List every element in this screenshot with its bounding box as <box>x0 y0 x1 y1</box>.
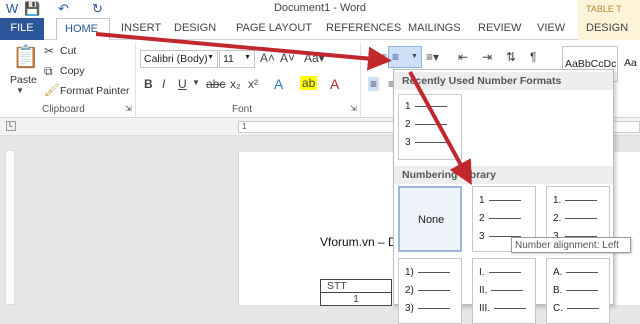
list-item: 2) <box>405 285 450 296</box>
highlight-icon[interactable]: ab <box>300 76 318 90</box>
change-case-icon[interactable]: Aa▾ <box>304 51 325 65</box>
list-item: A. <box>553 267 599 278</box>
window-title: Document1 - Word <box>273 2 367 14</box>
tab-references[interactable]: REFERENCES <box>326 22 401 34</box>
font-color-icon[interactable]: A <box>330 76 339 92</box>
document-text[interactable]: Vforum.vn – D <box>320 235 397 249</box>
numbering-button[interactable]: ≡ ▼ <box>388 46 422 68</box>
list-item: 2. <box>553 213 598 224</box>
align-left-icon[interactable]: ≡ <box>368 77 380 91</box>
none-label: None <box>418 214 445 226</box>
list-item: I. <box>479 267 521 278</box>
font-size-combo[interactable]: 11 ▼ <box>219 50 255 68</box>
group-divider <box>135 42 136 116</box>
list-item: 2 <box>479 213 521 224</box>
chevron-down-icon[interactable]: ▼ <box>192 78 200 87</box>
numbering-dropdown: Recently Used Number Formats 1 2 3 Numbe… <box>393 69 614 324</box>
vertical-ruler[interactable] <box>5 150 15 305</box>
copy-icon: ⧉ <box>44 64 53 78</box>
underline-icon[interactable]: U <box>178 77 187 91</box>
show-formatting-icon[interactable]: ¶ <box>530 50 536 64</box>
table-cell[interactable]: STT <box>320 279 392 293</box>
tab-table-design[interactable]: DESIGN <box>578 18 640 40</box>
tab-table-design-label: DESIGN <box>586 22 629 34</box>
font-name-combo[interactable]: Calibri (Body) ▼ <box>140 50 218 68</box>
document-table[interactable]: STT 1 <box>320 279 392 306</box>
cut-icon: ✂ <box>44 44 55 58</box>
decrease-indent-icon[interactable]: ⇤ <box>458 50 468 64</box>
table-row: 1 <box>320 292 392 306</box>
list-item: 1) <box>405 267 450 278</box>
shrink-font-icon[interactable]: A˅ <box>280 51 295 65</box>
list-item: 1 <box>479 195 521 206</box>
numbering-library-header: Numbering Library <box>394 166 613 184</box>
tooltip: Number alignment: Left <box>511 237 631 253</box>
text-effects-icon[interactable]: A <box>274 76 283 92</box>
tab-home[interactable]: HOME <box>56 18 110 41</box>
none-format-tile[interactable]: None <box>398 186 462 252</box>
recent-formats-header: Recently Used Number Formats <box>394 72 613 90</box>
tab-review[interactable]: REVIEW <box>478 22 521 34</box>
subscript-icon[interactable]: x₂ <box>230 77 241 91</box>
list-item: 1 <box>405 101 447 112</box>
italic-icon[interactable]: I <box>162 77 165 91</box>
recent-format-tile[interactable]: 1 2 3 <box>398 94 462 160</box>
copy-button[interactable]: Copy <box>60 65 85 77</box>
chevron-down-icon[interactable]: ▼ <box>16 86 24 95</box>
table-tools-label: TABLE T <box>578 0 640 18</box>
letter-format-tile[interactable]: A. B. C. <box>546 258 610 324</box>
font-size-value: 11 <box>223 53 234 65</box>
sort-icon[interactable]: ⇅ <box>506 50 516 64</box>
strikethrough-icon[interactable]: abc <box>206 77 225 91</box>
title-bar: W 💾 ↶ ↻ Document1 - Word <box>0 0 640 18</box>
cut-button[interactable]: Cut <box>60 45 76 57</box>
dialog-launcher-icon[interactable]: ⇲ <box>350 104 357 113</box>
clipboard-group-label: Clipboard <box>42 104 85 115</box>
roman-format-tile[interactable]: I. II. III. <box>472 258 536 324</box>
style-next[interactable]: Aa <box>624 57 637 69</box>
table-row: STT <box>320 279 392 293</box>
chevron-down-icon: ▼ <box>411 53 418 60</box>
tab-view[interactable]: VIEW <box>537 22 565 34</box>
tab-selector-icon[interactable]: L <box>6 121 16 131</box>
superscript-icon[interactable]: x² <box>248 77 258 91</box>
list-item: 1. <box>553 195 598 206</box>
bold-icon[interactable]: B <box>144 77 153 91</box>
paste-button[interactable]: Paste <box>10 74 37 86</box>
number-paren-format-tile[interactable]: 1) 2) 3) <box>398 258 462 324</box>
increase-indent-icon[interactable]: ⇥ <box>482 50 492 64</box>
tab-page-layout[interactable]: PAGE LAYOUT <box>236 22 312 34</box>
group-divider <box>360 42 361 116</box>
tab-home-label: HOME <box>65 23 98 35</box>
tab-insert[interactable]: INSERT <box>121 22 161 34</box>
bullets-icon[interactable]: ⋮≡ <box>368 50 387 64</box>
list-item: 2 <box>405 119 447 130</box>
tab-mailings[interactable]: MAILINGS <box>408 22 461 34</box>
table-cell[interactable]: 1 <box>320 292 392 306</box>
dialog-launcher-icon[interactable]: ⇲ <box>125 104 132 113</box>
font-group-label: Font <box>232 104 253 115</box>
tab-file[interactable]: FILE <box>0 18 44 40</box>
list-item: II. <box>479 285 524 296</box>
ruler-mark: 1 <box>242 122 247 131</box>
paste-icon[interactable]: 📋 <box>12 44 39 70</box>
list-item: B. <box>553 285 599 296</box>
multilevel-list-icon[interactable]: ≡▾ <box>426 50 439 64</box>
tab-design[interactable]: DESIGN <box>174 22 216 34</box>
font-name-value: Calibri (Body) <box>144 53 208 65</box>
format-painter-button[interactable]: Format Painter <box>60 85 129 97</box>
chevron-down-icon: ▼ <box>207 54 214 61</box>
chevron-down-icon: ▼ <box>244 54 251 61</box>
numbering-icon: ≡ <box>392 50 400 64</box>
list-item: 3 <box>405 137 447 148</box>
grow-font-icon[interactable]: A˄ <box>260 51 275 65</box>
format-painter-icon: 🖌 <box>44 83 60 97</box>
